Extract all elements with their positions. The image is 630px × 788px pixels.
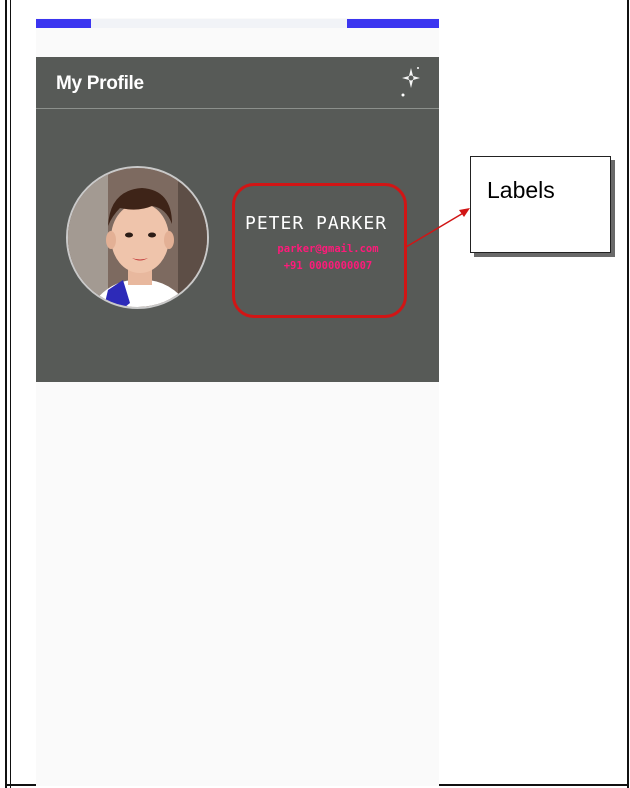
annotation-callout: Labels	[470, 156, 611, 253]
frame-border-left-inner	[10, 0, 11, 788]
header-divider	[36, 108, 439, 109]
app-bar-strip	[91, 19, 347, 28]
profile-name-label: PETER PARKER	[245, 213, 388, 234]
sparkle-icon[interactable]	[394, 62, 426, 102]
card-title: My Profile	[56, 73, 144, 94]
tab-indicator-right[interactable]	[347, 19, 439, 28]
frame-border-right	[627, 0, 629, 788]
callout-label: Labels	[487, 177, 555, 203]
profile-phone-label: +91 0000000007	[283, 260, 373, 272]
avatar[interactable]	[66, 166, 209, 309]
profile-email-label: parker@gmail.com	[277, 243, 379, 255]
tab-indicator-left[interactable]	[36, 19, 91, 28]
profile-card: My Profile PETER PARKER parker@gmail.com…	[36, 57, 439, 382]
card-header: My Profile	[36, 57, 439, 108]
frame-border-left-outer	[5, 0, 7, 788]
